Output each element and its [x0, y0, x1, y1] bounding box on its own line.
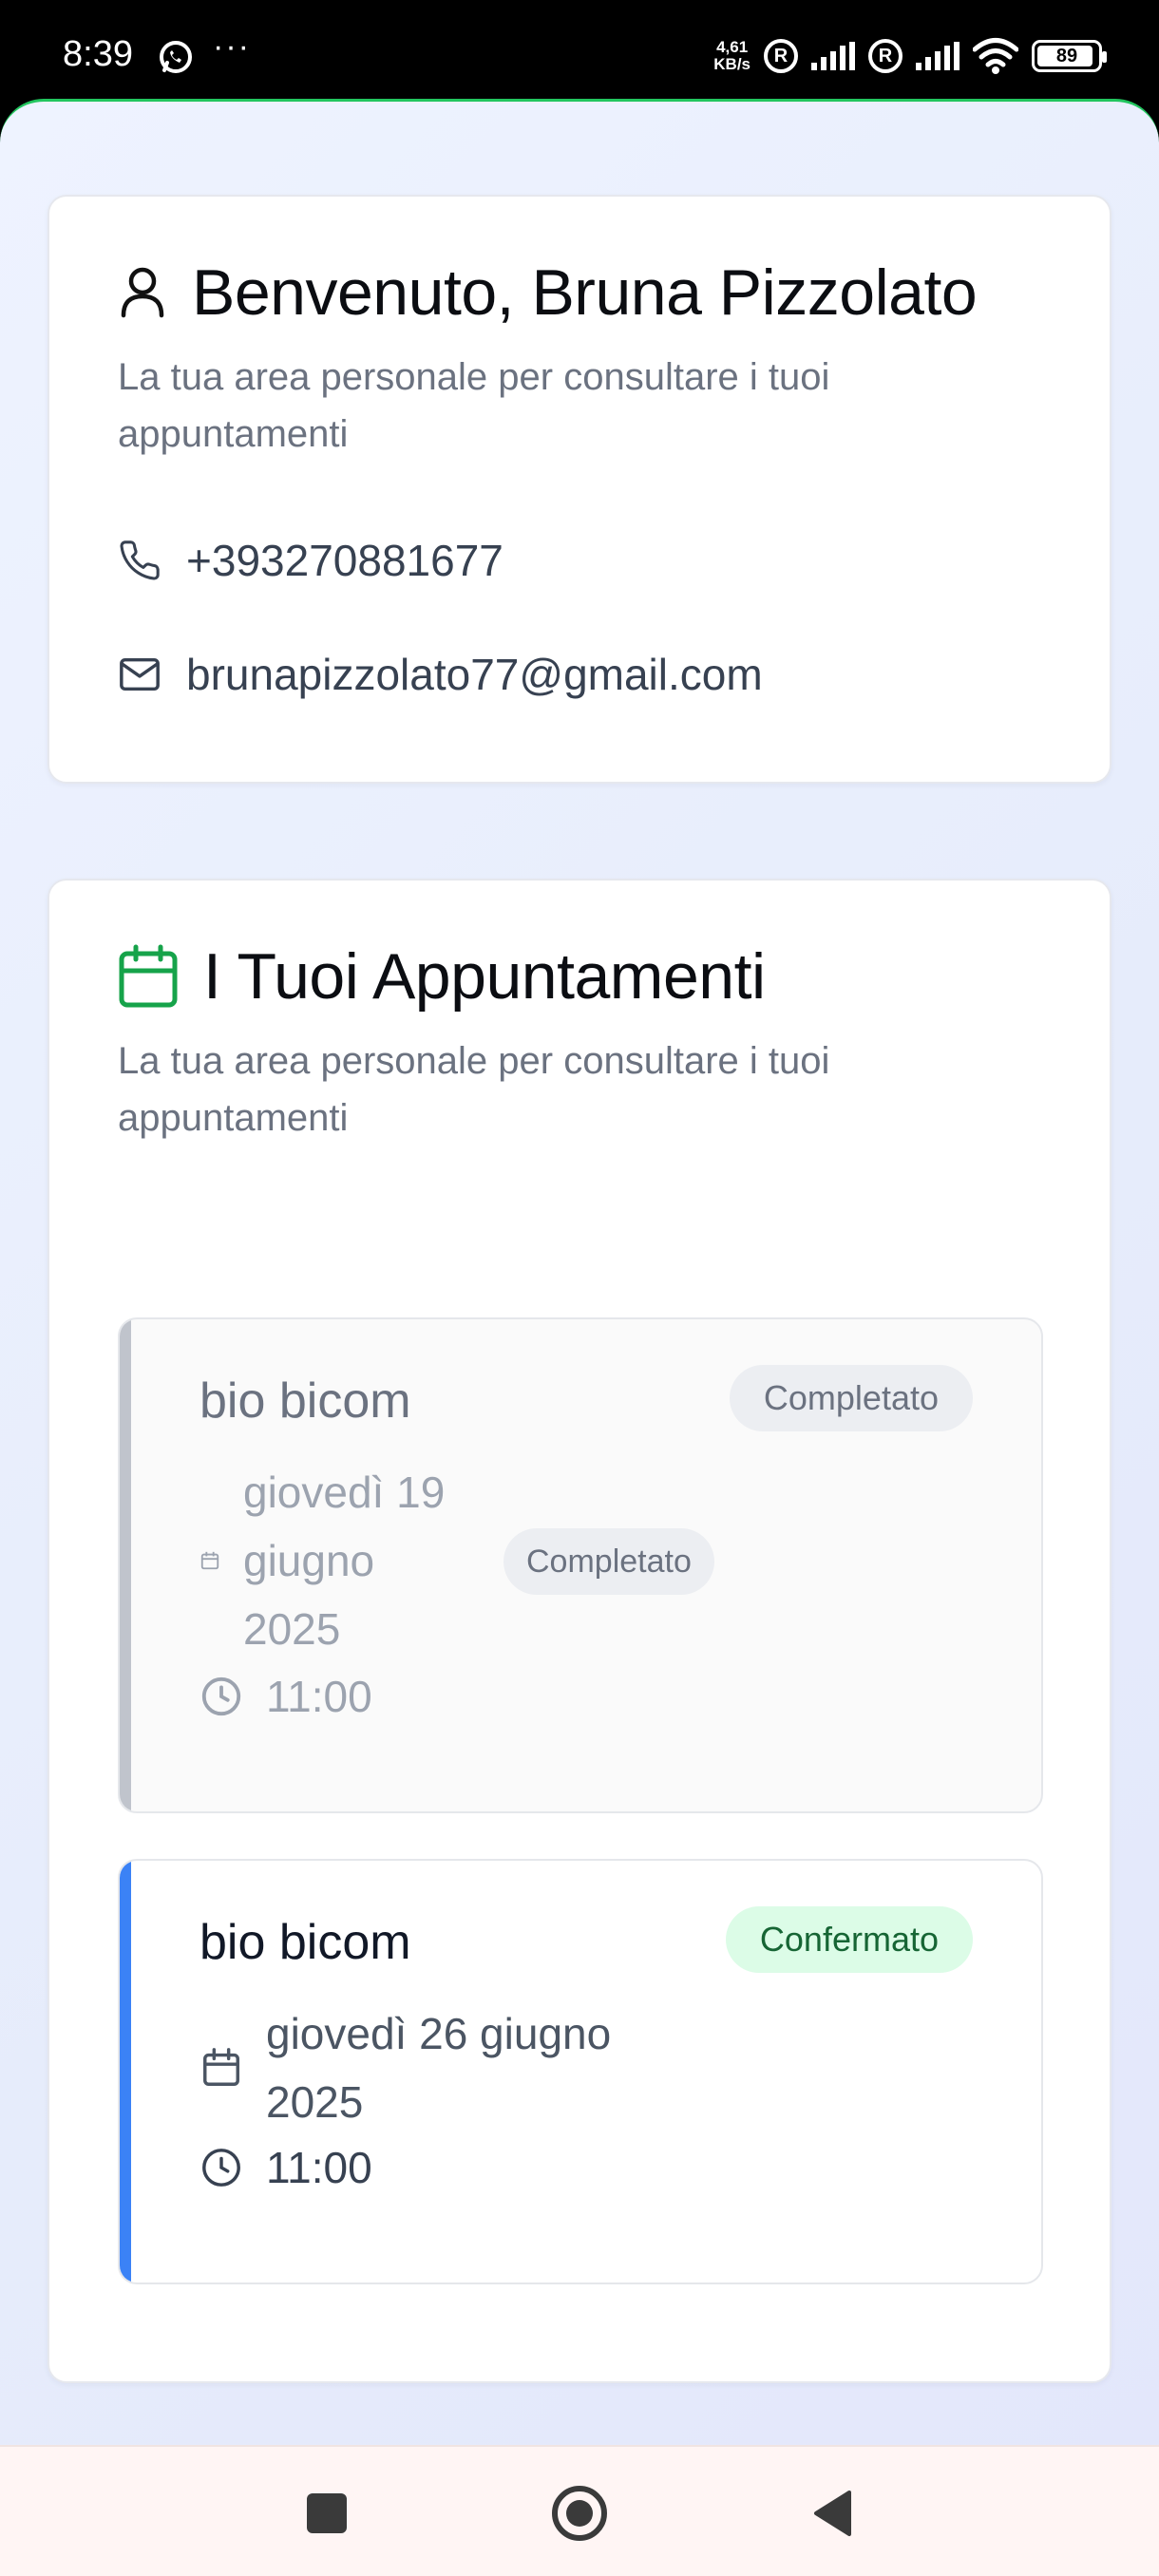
profile-card: Benvenuto, Bruna Pizzolato La tua area p… [48, 195, 1112, 784]
calendar-icon [119, 944, 178, 1008]
phone-number: +393270881677 [186, 536, 504, 585]
page-title: Benvenuto, Bruna Pizzolato [192, 256, 978, 329]
clock-icon [201, 1676, 241, 1716]
appointment-time: 11:00 [266, 1672, 372, 1721]
appointment-date-row: giovedì 19 giugno 2025 [200, 1458, 471, 1663]
home-button[interactable] [542, 2475, 618, 2551]
battery-icon: 89 [1032, 40, 1107, 72]
status-time: 8:39 [63, 34, 133, 74]
square-icon [307, 2493, 347, 2533]
profile-subtitle: La tua area personale per consultare i t… [118, 356, 830, 455]
appointments-subtitle: La tua area personale per consultare i t… [118, 1040, 830, 1139]
appointment-status-bar [120, 1861, 131, 2282]
status-badge: Confermato [725, 1906, 973, 1973]
phone-row: +393270881677 [118, 535, 504, 586]
appointment-time: 11:00 [266, 2143, 372, 2192]
appointment-name: bio bicom [200, 1915, 411, 1970]
signal-icon [811, 42, 855, 70]
appointment-card[interactable]: bio bicom Confermato giovedì 26 giugno 2… [118, 1859, 1043, 2284]
more-icon: ··· [213, 28, 251, 65]
appointments-header: I Tuoi Appuntamenti [118, 939, 766, 1013]
calendar-icon [203, 2048, 239, 2086]
home-circle-icon [552, 2486, 607, 2541]
email-address: brunapizzolato77@gmail.com [186, 650, 763, 699]
email-row: brunapizzolato77@gmail.com [118, 649, 763, 700]
back-triangle-icon [814, 2491, 851, 2536]
status-bar: 8:39 ··· 4,61 KB/s R R 89 [0, 0, 1159, 104]
phone-icon [120, 540, 160, 580]
mail-icon [120, 657, 160, 691]
calendar-icon [200, 1551, 219, 1570]
appointment-card[interactable]: bio bicom Completato giovedì 19 giugno 2… [118, 1317, 1043, 1813]
appointment-date: giovedì 26 giugno 2025 [266, 2009, 612, 2127]
appointment-date: giovedì 19 giugno 2025 [243, 1468, 446, 1654]
wifi-icon [973, 38, 1018, 74]
user-icon [121, 267, 164, 318]
appointment-date-row: giovedì 26 giugno 2025 [200, 1999, 665, 2136]
appointment-time-row: 11:00 [200, 1671, 372, 1722]
date-status-badge: Completato [504, 1528, 714, 1595]
system-nav-bar [0, 2445, 1159, 2576]
signal-icon [916, 42, 960, 70]
status-badge: Completato [729, 1365, 973, 1431]
appointment-time-row: 11:00 [200, 2142, 372, 2193]
roaming-icon: R [764, 39, 798, 73]
appointment-status-bar [120, 1319, 131, 1811]
appointments-title: I Tuoi Appuntamenti [203, 940, 766, 1013]
appointments-card: I Tuoi Appuntamenti La tua area personal… [48, 879, 1112, 2383]
whatsapp-icon [160, 41, 192, 73]
back-button[interactable] [794, 2475, 870, 2551]
recents-button[interactable] [289, 2475, 365, 2551]
profile-header: Benvenuto, Bruna Pizzolato [118, 256, 978, 330]
network-speed: 4,61 KB/s [713, 38, 750, 73]
appointment-name: bio bicom [200, 1373, 411, 1429]
app-content[interactable]: Benvenuto, Bruna Pizzolato La tua area p… [0, 99, 1159, 2445]
roaming-icon: R [868, 39, 902, 73]
clock-icon [202, 2149, 240, 2187]
